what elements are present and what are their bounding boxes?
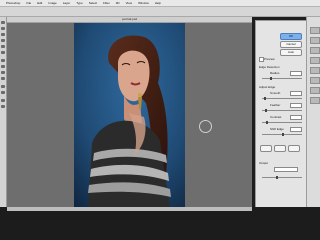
section-edge-detection: Edge Detection xyxy=(259,65,280,69)
field-smooth-label: Smooth xyxy=(270,91,281,95)
move-tool-icon[interactable] xyxy=(1,21,5,24)
preview-checkbox[interactable] xyxy=(259,57,264,62)
option-button-1[interactable] xyxy=(260,145,272,152)
crop-tool-icon[interactable] xyxy=(1,45,5,48)
menu-file[interactable]: File xyxy=(26,0,31,6)
portrait-photo xyxy=(74,23,185,207)
type-tool-icon[interactable] xyxy=(1,91,5,94)
feather-field[interactable] xyxy=(290,103,302,108)
panel-strip xyxy=(306,17,320,207)
shift-edge-field[interactable] xyxy=(290,127,302,132)
panel-icon-4[interactable] xyxy=(310,57,320,64)
panel-icon-6[interactable] xyxy=(310,77,320,84)
smooth-slider[interactable] xyxy=(262,97,302,100)
field-contrast-label: Contrast xyxy=(270,115,282,119)
feather-slider[interactable] xyxy=(262,109,302,112)
brush-cursor xyxy=(199,120,212,133)
menu-image[interactable]: Image xyxy=(48,0,56,6)
menu-layer[interactable]: Layer xyxy=(63,0,71,6)
menu-3d[interactable]: 3D xyxy=(116,0,120,6)
quick-select-tool-icon[interactable] xyxy=(1,39,5,42)
pen-tool-icon[interactable] xyxy=(1,85,5,88)
section-output: Output xyxy=(259,161,269,165)
document-status-bar xyxy=(7,207,252,211)
hand-tool-icon[interactable] xyxy=(1,99,5,102)
field-shift-edge-label: Shift Edge xyxy=(270,127,284,131)
gradient-tool-icon[interactable] xyxy=(1,77,5,80)
menu-window[interactable]: Window xyxy=(138,0,149,6)
zoom-tool-icon[interactable] xyxy=(1,105,5,108)
shift-edge-slider[interactable] xyxy=(262,133,302,136)
radius-slider[interactable] xyxy=(262,77,302,80)
output-slider[interactable] xyxy=(262,176,302,179)
eyedropper-tool-icon[interactable] xyxy=(1,51,5,54)
panel-icon-2[interactable] xyxy=(310,37,320,44)
section-adjust-edge: Adjust Edge xyxy=(259,85,276,89)
lasso-tool-icon[interactable] xyxy=(1,33,5,36)
panel-icon-7[interactable] xyxy=(310,87,320,94)
output-field[interactable] xyxy=(274,167,298,172)
menu-edit[interactable]: Edit xyxy=(37,0,42,6)
eraser-tool-icon[interactable] xyxy=(1,71,5,74)
auto-button[interactable]: Auto xyxy=(280,49,302,56)
preview-label: Preview xyxy=(264,57,275,61)
smooth-field[interactable] xyxy=(290,91,302,96)
menu-view[interactable]: View xyxy=(126,0,132,6)
menu-app[interactable]: Photoshop xyxy=(6,0,20,6)
field-feather-label: Feather xyxy=(270,103,281,107)
status-area xyxy=(0,207,320,240)
panel-icon-3[interactable] xyxy=(310,47,320,54)
ok-button[interactable]: OK xyxy=(280,33,302,40)
field-radius-label: Radius xyxy=(270,71,280,75)
options-bar xyxy=(0,7,320,17)
menu-bar: Photoshop File Edit Image Layer Type Sel… xyxy=(0,0,320,7)
menu-help[interactable]: Help xyxy=(155,0,161,6)
menu-select[interactable]: Select xyxy=(89,0,97,6)
option-button-2[interactable] xyxy=(274,145,286,152)
menu-filter[interactable]: Filter xyxy=(103,0,110,6)
panel-icon-8[interactable] xyxy=(310,97,320,104)
marquee-tool-icon[interactable] xyxy=(1,27,5,30)
panel-icon-1[interactable] xyxy=(310,27,320,34)
tools-panel xyxy=(0,17,7,207)
clone-tool-icon[interactable] xyxy=(1,65,5,68)
contrast-slider[interactable] xyxy=(262,121,302,124)
option-button-3[interactable] xyxy=(288,145,300,152)
panel-icon-5[interactable] xyxy=(310,67,320,74)
menu-type[interactable]: Type xyxy=(76,0,83,6)
radius-field[interactable] xyxy=(290,71,302,76)
brush-tool-icon[interactable] xyxy=(1,59,5,62)
refine-edge-dialog: OK Cancel Auto Preview Edge Detection Ra… xyxy=(255,20,307,208)
contrast-field[interactable] xyxy=(290,115,302,120)
cancel-button[interactable]: Cancel xyxy=(280,41,302,48)
